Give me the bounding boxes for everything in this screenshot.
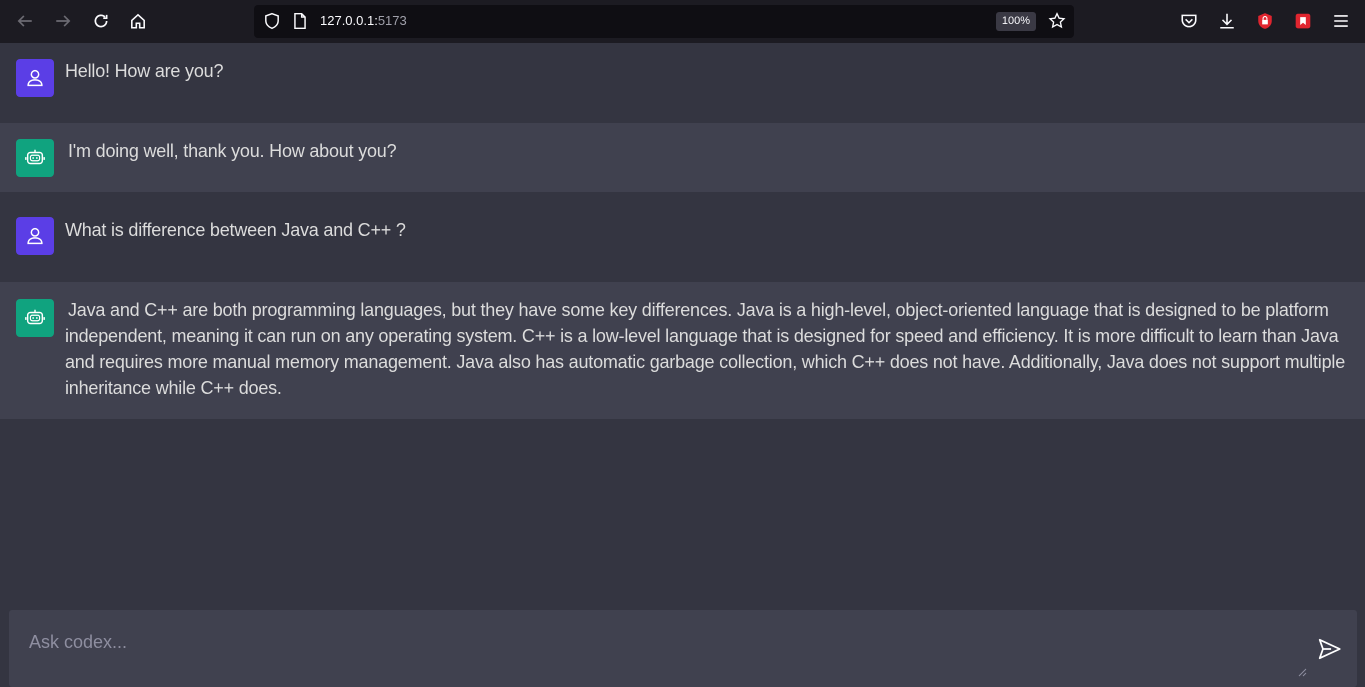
send-icon xyxy=(1318,638,1341,660)
chat-message-user: Hello! How are you? xyxy=(0,43,1365,123)
prompt-input-container xyxy=(9,610,1357,687)
send-button[interactable] xyxy=(1315,634,1345,664)
message-text: What is difference between Java and C++ … xyxy=(65,220,406,240)
back-arrow-icon[interactable] xyxy=(12,8,38,34)
bot-avatar xyxy=(16,299,54,337)
hamburger-menu-icon[interactable] xyxy=(1328,8,1354,34)
url-bar[interactable]: 127.0.0.1:5173 100% xyxy=(254,5,1074,38)
tracking-shield-icon[interactable] xyxy=(263,12,281,30)
url-host: 127.0.0.1: xyxy=(320,13,378,28)
user-avatar xyxy=(16,217,54,255)
star-icon[interactable] xyxy=(1048,12,1066,30)
user-icon xyxy=(27,227,43,245)
chat-message-bot: I'm doing well, thank you. How about you… xyxy=(0,123,1365,192)
prompt-input[interactable] xyxy=(27,630,1291,674)
forward-arrow-icon[interactable] xyxy=(50,8,76,34)
robot-icon xyxy=(25,309,45,325)
user-avatar xyxy=(16,59,54,97)
zoom-level-badge[interactable]: 100% xyxy=(995,12,1036,31)
bot-avatar xyxy=(16,139,54,177)
save-extension-icon[interactable] xyxy=(1290,8,1316,34)
url-text[interactable]: 127.0.0.1:5173 xyxy=(320,13,407,28)
pocket-icon[interactable] xyxy=(1176,8,1202,34)
resize-grip-icon[interactable] xyxy=(1297,667,1307,677)
reload-icon[interactable] xyxy=(88,8,114,34)
url-port: 5173 xyxy=(377,13,407,28)
message-text: Java and C++ are both programming langua… xyxy=(65,300,1350,398)
lock-extension-icon[interactable] xyxy=(1252,8,1278,34)
chat-message-user: What is difference between Java and C++ … xyxy=(0,192,1365,282)
chat-message-bot: Java and C++ are both programming langua… xyxy=(0,282,1365,419)
message-text: Hello! How are you? xyxy=(65,61,224,81)
user-icon xyxy=(27,69,43,87)
home-icon[interactable] xyxy=(125,8,151,34)
message-text: I'm doing well, thank you. How about you… xyxy=(68,141,397,161)
chat-thread: Hello! How are you? I'm doing well, than… xyxy=(0,43,1365,419)
browser-toolbar: 127.0.0.1:5173 100% xyxy=(0,0,1365,43)
download-icon[interactable] xyxy=(1214,8,1240,34)
robot-icon xyxy=(25,149,45,165)
page-icon[interactable] xyxy=(291,12,309,30)
